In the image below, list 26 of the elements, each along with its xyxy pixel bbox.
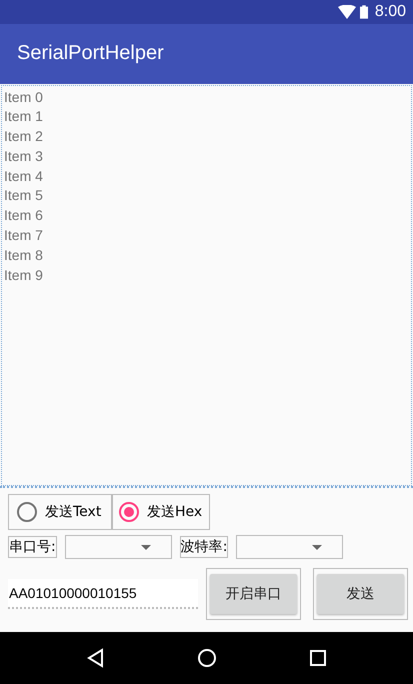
recents-icon[interactable] xyxy=(308,648,328,668)
app-title: SerialPortHelper xyxy=(17,42,164,66)
list-item[interactable]: Item 7 xyxy=(2,226,43,246)
send-button[interactable]: 发送 xyxy=(317,574,404,614)
baud-rate-label: 波特率: xyxy=(180,536,228,558)
caret-icon xyxy=(312,544,322,550)
wifi-icon xyxy=(338,4,356,19)
list-item[interactable]: Item 9 xyxy=(2,266,43,286)
battery-icon xyxy=(360,4,368,19)
home-icon[interactable] xyxy=(196,648,216,668)
status-time: 8:00 xyxy=(374,2,406,21)
radio-button[interactable]: 发送Hex xyxy=(112,494,210,530)
port-label: 串口号: xyxy=(8,536,57,558)
back-icon[interactable] xyxy=(86,648,106,668)
list-item[interactable]: Item 0 xyxy=(2,88,43,108)
list-item[interactable]: Item 3 xyxy=(2,146,43,167)
list-item[interactable]: Item 4 xyxy=(2,166,43,186)
radio-button[interactable]: 发送Text xyxy=(8,494,112,530)
list-item[interactable]: Item 1 xyxy=(2,107,43,128)
caret-icon xyxy=(140,544,151,550)
list-item[interactable]: Item 5 xyxy=(2,186,43,206)
list-item[interactable]: Item 2 xyxy=(2,127,43,147)
open-port-button[interactable]: 开启串口 xyxy=(210,574,297,614)
list-item[interactable]: Item 6 xyxy=(2,206,43,226)
data-input-field[interactable]: AA01010000010155 xyxy=(8,579,198,610)
list-item[interactable]: Item 8 xyxy=(2,246,43,266)
